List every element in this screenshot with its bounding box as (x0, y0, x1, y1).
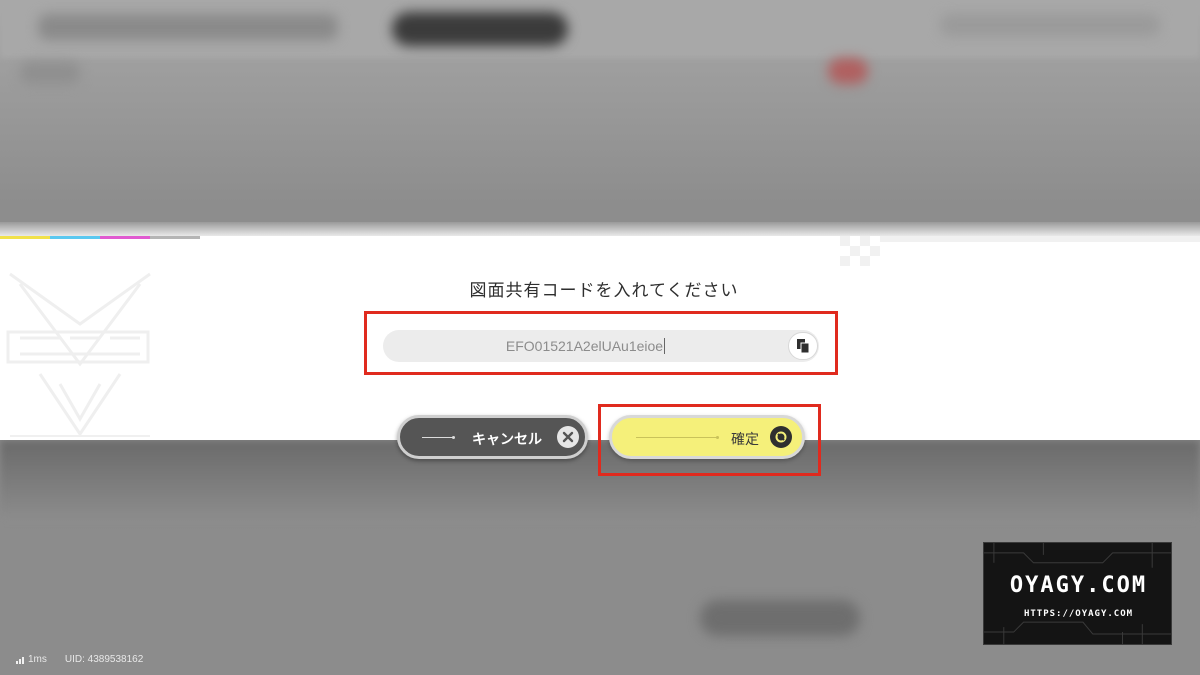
cancel-button-label: キャンセル (472, 432, 542, 448)
blurred-header-pill (392, 12, 568, 46)
checker-decoration-icon (840, 236, 1200, 266)
uid-label: UID: 4389538162 (64, 654, 144, 665)
signal-icon (16, 656, 24, 664)
button-dot-decoration (452, 436, 455, 439)
blurred-header-right (940, 14, 1160, 36)
cancel-button[interactable]: キャンセル (397, 415, 588, 459)
input-highlight-box (364, 311, 838, 375)
site-watermark: OYAGY.COM HTTPS://OYAGY.COM (983, 542, 1172, 645)
close-icon (557, 426, 579, 448)
ping-value: 1ms (28, 654, 47, 665)
dialog-top-edge (0, 222, 1200, 236)
blurred-notification (828, 58, 868, 84)
watermark-url: HTTPS://OYAGY.COM (1023, 609, 1134, 619)
dialog-color-stripe (0, 236, 200, 239)
blurred-bottom-button (700, 600, 860, 636)
status-bar: 1ms UID: 4389538162 (16, 654, 143, 665)
blurred-header-left (38, 14, 338, 40)
watermark-title: OYAGY.COM (1009, 573, 1148, 598)
dialog-title: 図面共有コードを入れてください (469, 281, 739, 301)
confirm-highlight-box (598, 404, 821, 476)
blurred-back-area (20, 62, 80, 84)
button-line-decoration (422, 437, 454, 438)
